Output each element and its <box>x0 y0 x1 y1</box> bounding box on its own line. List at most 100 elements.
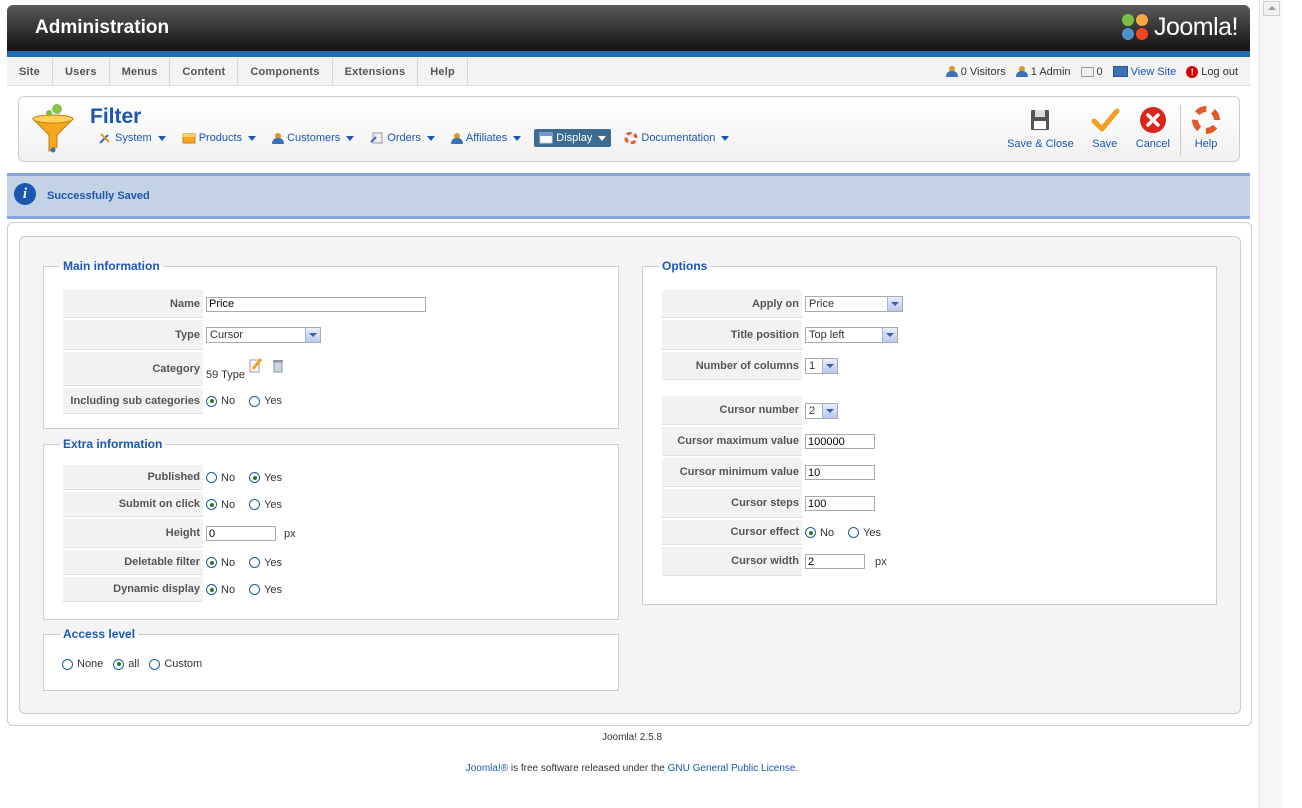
title-position-row: Title position Top left <box>662 320 1216 350</box>
save-close-button[interactable]: Save & Close <box>999 105 1082 150</box>
columns-label: Number of columns <box>662 352 802 380</box>
chevron-down-icon <box>426 135 435 141</box>
cursor-max-row: Cursor maximum value <box>662 427 1216 456</box>
display-icon <box>539 132 553 144</box>
vertical-scrollbar[interactable] <box>1259 0 1282 808</box>
messages-link[interactable]: 0 <box>1080 66 1103 78</box>
height-input[interactable] <box>206 526 276 541</box>
deletable-no-radio[interactable]: No <box>206 557 235 569</box>
submenu-display[interactable]: Display <box>534 129 612 147</box>
system-message: i Successfully Saved <box>7 173 1250 219</box>
cursor-min-input[interactable] <box>805 465 875 480</box>
tools-icon <box>99 133 110 144</box>
trash-icon[interactable] <box>272 359 283 373</box>
published-yes-radio[interactable]: Yes <box>249 472 282 484</box>
cursor-effect-yes-radio[interactable]: Yes <box>848 527 881 539</box>
admin-header: Administration Joomla! <box>7 5 1250 57</box>
published-row: Published No Yes <box>63 465 618 490</box>
submit-yes-radio[interactable]: Yes <box>249 499 282 511</box>
main-information-fieldset: Main information Name Type Cursor Catego… <box>43 259 619 429</box>
access-all-radio[interactable]: all <box>113 658 139 670</box>
columns-row: Number of columns 1 <box>662 352 1216 380</box>
menu-components[interactable]: Components <box>238 58 333 85</box>
submenu-orders[interactable]: Orders <box>367 130 438 146</box>
menu-site[interactable]: Site <box>7 58 53 85</box>
menu-content[interactable]: Content <box>170 58 239 85</box>
access-custom-radio[interactable]: Custom <box>149 658 202 670</box>
height-unit: px <box>284 527 296 540</box>
dynamic-no-radio[interactable]: No <box>206 584 235 596</box>
deletable-yes-radio[interactable]: Yes <box>249 557 282 569</box>
submenu-products-label: Products <box>198 132 243 144</box>
deletable-row: Deletable filter No Yes <box>63 550 618 575</box>
cursor-number-row: Cursor number 2 <box>662 396 1216 425</box>
floppy-disk-icon <box>1031 110 1050 130</box>
menu-extensions[interactable]: Extensions <box>333 58 419 85</box>
joomla-link[interactable]: Joomla!® <box>466 763 508 774</box>
submit-no-radio[interactable]: No <box>206 499 235 511</box>
columns-select[interactable]: 1 <box>805 358 838 374</box>
chevron-down-icon <box>598 135 607 141</box>
cursor-width-input[interactable] <box>805 554 865 569</box>
info-icon: i <box>14 183 36 205</box>
cursor-effect-no-radio[interactable]: No <box>805 527 834 539</box>
submenu-documentation[interactable]: Documentation <box>621 130 732 146</box>
view-site-icon <box>1112 66 1128 77</box>
gpl-link[interactable]: GNU General Public License <box>668 763 796 774</box>
cursor-max-input[interactable] <box>805 434 875 449</box>
deletable-label: Deletable filter <box>63 550 203 575</box>
subcategories-no-radio[interactable]: No <box>206 395 235 407</box>
view-site-link[interactable]: View Site <box>1112 66 1176 78</box>
dynamic-display-row: Dynamic display No Yes <box>63 577 618 602</box>
cancel-button[interactable]: Cancel <box>1128 105 1178 150</box>
extra-information-legend: Extra information <box>63 437 163 451</box>
type-select[interactable]: Cursor <box>206 327 321 343</box>
menu-menus[interactable]: Menus <box>110 58 171 85</box>
save-button[interactable]: Save <box>1082 105 1128 150</box>
cursor-number-label: Cursor number <box>662 396 802 425</box>
published-no-radio[interactable]: No <box>206 472 235 484</box>
submenu-affiliates-label: Affiliates <box>465 132 508 144</box>
submenu-customers-label: Customers <box>287 132 341 144</box>
menu-help[interactable]: Help <box>418 58 468 85</box>
submenu-products[interactable]: Products <box>179 130 259 146</box>
cursor-number-select[interactable]: 2 <box>805 402 838 419</box>
edit-pencil-icon[interactable] <box>249 357 263 373</box>
name-row: Name <box>63 290 618 318</box>
title-position-select[interactable]: Top left <box>805 327 898 343</box>
component-submenu: System Products Customers Orders Affilia… <box>95 129 732 147</box>
help-button[interactable]: Help <box>1183 105 1229 150</box>
cursor-steps-input[interactable] <box>805 496 875 511</box>
category-value: 59 Type <box>206 369 245 381</box>
footer-license: Joomla!® is free software released under… <box>465 763 799 774</box>
checkmark-icon <box>1091 108 1120 132</box>
cursor-width-row: Cursor width px <box>662 547 1216 576</box>
submenu-affiliates[interactable]: Affiliates <box>448 130 524 146</box>
scroll-up-icon[interactable] <box>1263 1 1280 16</box>
type-row: Type Cursor <box>63 320 618 350</box>
access-none-radio[interactable]: None <box>62 658 103 670</box>
admin-icon <box>1015 66 1028 77</box>
submenu-display-label: Display <box>556 132 593 144</box>
messages-icon <box>1080 66 1094 77</box>
apply-on-select[interactable]: Price <box>805 296 903 312</box>
toolbar-divider <box>1180 105 1181 155</box>
dynamic-yes-radio[interactable]: Yes <box>249 584 282 596</box>
name-input[interactable] <box>206 296 426 312</box>
cancel-label: Cancel <box>1135 138 1170 150</box>
cursor-steps-label: Cursor steps <box>662 489 802 518</box>
chevron-down-icon <box>721 135 730 141</box>
submenu-system[interactable]: System <box>95 130 169 146</box>
height-label: Height <box>63 519 203 548</box>
menu-users[interactable]: Users <box>53 58 110 85</box>
subcategories-row: Including sub categories No Yes <box>63 388 618 414</box>
options-fieldset: Options Apply on Price Title position To… <box>642 259 1217 605</box>
subcategories-yes-radio[interactable]: Yes <box>249 395 282 407</box>
logout-link[interactable]: ! Log out <box>1186 65 1238 78</box>
apply-on-label: Apply on <box>662 290 802 318</box>
page-title: Filter <box>90 105 142 128</box>
access-level-fieldset: Access level None all Custom <box>43 627 619 691</box>
help-lifebuoy-icon <box>1192 106 1220 134</box>
cursor-width-unit: px <box>875 555 887 568</box>
submenu-customers[interactable]: Customers <box>269 130 357 146</box>
